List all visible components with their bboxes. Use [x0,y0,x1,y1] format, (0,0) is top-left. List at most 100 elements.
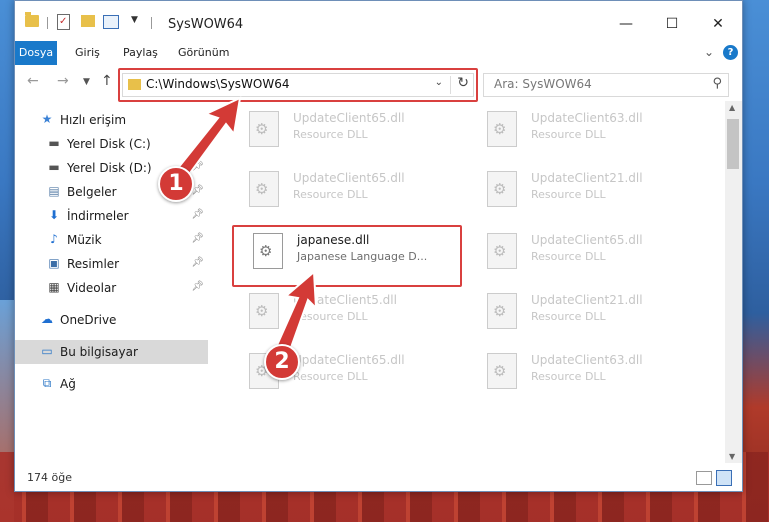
pin-icon[interactable]: 📌︎ [191,233,204,244]
sidebar-item-label: Bu bilgisayar [60,345,138,359]
forward-arrow-icon[interactable]: → [57,73,69,89]
sidebar-item-label: Müzik [67,233,102,247]
drive-icon: ▬ [48,136,60,150]
file-item[interactable]: UpdateClient21.dll Resource DLL [473,287,693,333]
file-name: UpdateClient5.dll [293,293,397,307]
file-description: Resource DLL [531,128,606,141]
music-icon: ♪ [50,232,58,246]
customize-toolbar-icon[interactable]: ▼ [131,15,138,25]
back-arrow-icon[interactable]: ← [27,73,39,89]
sidebar-item-local-disk-c[interactable]: ▬ Yerel Disk (C:) [15,132,208,156]
sidebar-item-label: Ağ [60,377,76,391]
file-description: Resource DLL [531,188,606,201]
pin-icon[interactable]: 📌︎ [191,209,204,220]
file-item[interactable]: UpdateClient63.dll Resource DLL [473,105,693,151]
file-description: Resource DLL [293,310,368,323]
recent-locations-icon[interactable]: ▼ [83,77,90,87]
file-item[interactable]: UpdateClient5.dll Resource DLL [235,287,455,333]
scrollbar-thumb[interactable] [727,119,739,169]
window-title: SysWOW64 [168,17,244,32]
dll-file-icon [487,111,517,147]
tab-home[interactable]: Giriş [65,41,110,65]
download-icon: ⬇ [48,208,60,222]
search-placeholder[interactable]: Ara: SysWOW64 [494,77,592,91]
dll-file-icon [487,353,517,389]
dll-file-icon [487,171,517,207]
file-item[interactable]: UpdateClient65.dll Resource DLL [235,105,455,151]
sidebar-item-label: OneDrive [60,313,117,327]
cloud-icon: ☁ [41,312,53,326]
help-icon[interactable]: ? [723,45,738,60]
sidebar-item-label: Belgeler [67,185,117,199]
toolbar-separator [151,17,152,29]
minimize-button[interactable]: — [603,9,649,39]
file-name: UpdateClient21.dll [531,293,643,307]
sidebar-item-label: Yerel Disk (D:) [67,161,152,175]
file-highlight [232,225,462,287]
file-description: Resource DLL [531,370,606,383]
dll-file-icon [487,233,517,269]
dll-file-icon [487,293,517,329]
file-name: UpdateClient65.dll [293,111,405,125]
sidebar-item-pictures[interactable]: ▣ Resimler 📌︎ [15,252,208,276]
scroll-down-icon[interactable]: ▼ [729,452,735,461]
navigation-pane: ★ Hızlı erişim ▬ Yerel Disk (C:) ▬ Yerel… [15,101,210,463]
sidebar-item-label: Yerel Disk (C:) [67,137,151,151]
properties-icon[interactable] [103,15,119,29]
file-item[interactable]: UpdateClient21.dll Resource DLL [473,165,693,211]
dll-file-icon [249,171,279,207]
file-name: UpdateClient65.dll [293,353,405,367]
sidebar-item-onedrive[interactable]: ☁ OneDrive [15,308,208,332]
properties-check-icon[interactable]: ✓ [57,14,70,30]
sidebar-item-quick-access[interactable]: ★ Hızlı erişim [15,108,208,132]
file-name: UpdateClient63.dll [531,353,643,367]
sidebar-item-label: Videolar [67,281,117,295]
up-arrow-icon[interactable]: ↑ [101,73,113,89]
star-icon: ★ [41,112,53,126]
sidebar-item-music[interactable]: ♪ Müzik 📌︎ [15,228,208,252]
sidebar-item-videos[interactable]: ▦ Videolar 📌︎ [15,276,208,300]
tab-file[interactable]: Dosya [15,41,57,65]
file-item[interactable]: UpdateClient65.dll Resource DLL [235,165,455,211]
step-one-badge: 1 [158,166,194,202]
file-description: Resource DLL [293,188,368,201]
vertical-scrollbar[interactable]: ▲ ▼ [725,101,742,463]
ribbon-tabs: Dosya Giriş Paylaş Görünüm ⌄ ? [15,41,742,66]
sidebar-item-label: Resimler [67,257,120,271]
pin-icon[interactable]: 📌︎ [191,161,204,172]
pin-icon[interactable]: 📌︎ [191,257,204,268]
drive-icon: ▬ [48,160,60,174]
step-two-badge: 2 [264,344,300,380]
video-icon: ▦ [48,280,60,294]
file-name: UpdateClient21.dll [531,171,643,185]
sidebar-item-label: Hızlı erişim [60,113,127,127]
search-icon[interactable]: ⚲ [712,76,722,91]
large-icons-view-icon[interactable] [716,470,732,486]
scroll-up-icon[interactable]: ▲ [729,103,735,112]
item-count: 174 öğe [27,471,72,484]
expand-ribbon-icon[interactable]: ⌄ [704,45,714,59]
folder-icon [25,12,39,27]
sidebar-item-this-pc[interactable]: ▭ Bu bilgisayar [15,340,208,364]
dll-file-icon [249,111,279,147]
file-item[interactable]: UpdateClient63.dll Resource DLL [473,347,693,393]
status-bar: 174 öğe [15,463,742,491]
details-view-icon[interactable] [696,471,712,485]
close-button[interactable]: ✕ [695,9,741,39]
file-name: UpdateClient63.dll [531,111,643,125]
address-bar-highlight [118,68,478,102]
network-icon: ⧉ [42,376,52,390]
file-item[interactable]: UpdateClient65.dll Resource DLL [473,227,693,273]
new-folder-icon[interactable] [81,15,95,27]
tab-share[interactable]: Paylaş [113,41,168,65]
tab-view[interactable]: Görünüm [168,41,239,65]
file-description: Resource DLL [531,250,606,263]
sidebar-item-downloads[interactable]: ⬇ İndirmeler 📌︎ [15,204,208,228]
sidebar-item-network[interactable]: ⧉ Ağ [15,372,208,396]
title-bar: ✓ ▼ SysWOW64 — ☐ ✕ [15,1,742,41]
maximize-button[interactable]: ☐ [649,9,695,39]
search-box[interactable]: Ara: SysWOW64 ⚲ [483,73,729,97]
file-name: UpdateClient65.dll [293,171,405,185]
sidebar-item-label: İndirmeler [67,209,129,223]
pin-icon[interactable]: 📌︎ [191,281,204,292]
